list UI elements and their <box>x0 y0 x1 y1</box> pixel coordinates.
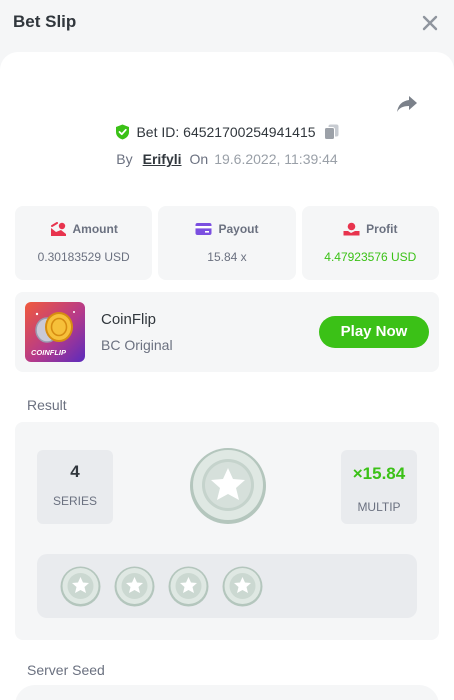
play-now-button[interactable]: Play Now <box>319 316 429 348</box>
multiplier-value: ×15.84 <box>352 464 406 483</box>
series-label: SERIES <box>52 494 97 508</box>
star-coin-icon <box>60 566 101 606</box>
server-seed-label: Server Seed <box>27 662 105 678</box>
amount-icon <box>50 222 66 236</box>
by-label: By <box>116 151 133 167</box>
verified-shield-icon <box>116 124 130 140</box>
star-coin-icon <box>222 566 263 606</box>
result-panel: 4 SERIES ×15.84 MULTIP <box>15 422 439 640</box>
series-value: 4 <box>70 462 80 481</box>
game-subtitle: BC Original <box>101 337 173 353</box>
amount-card: Amount 0.30183529 USD <box>15 206 153 280</box>
series-box: 4 SERIES <box>37 450 113 524</box>
bet-date: 19.6.2022, 11:39:44 <box>214 151 338 167</box>
game-card: COINFLIP CoinFlip BC Original Play Now <box>15 292 439 372</box>
bet-slip-content: Bet ID: 64521700254941415 By Erifyli On 19.… <box>0 52 454 700</box>
bet-id: Bet ID: 64521700254941415 <box>136 124 316 140</box>
profit-card: Profit 4.47923576 USD <box>301 206 439 280</box>
star-coin-icon <box>168 566 209 606</box>
game-thumbnail[interactable]: COINFLIP <box>25 302 85 362</box>
bet-slip-header: Bet Slip <box>0 0 454 46</box>
user-link[interactable]: Erifyli <box>143 151 182 167</box>
star-coin-icon <box>114 566 155 606</box>
share-icon[interactable] <box>396 94 418 114</box>
star-coin-icon <box>190 448 266 524</box>
amount-label: Amount <box>72 222 118 236</box>
profit-value: 4.47923576 USD <box>324 250 417 264</box>
bet-id-row: Bet ID: 64521700254941415 <box>0 124 454 140</box>
bet-stats: Amount 0.30183529 USD Payout 15.84 x Pro… <box>15 206 439 280</box>
payout-value: 15.84 x <box>207 250 247 264</box>
profit-icon <box>343 222 360 236</box>
profit-label: Profit <box>366 222 398 236</box>
game-name: CoinFlip <box>101 311 157 328</box>
amount-value: 0.30183529 USD <box>37 250 130 264</box>
game-thumbnail-text: COINFLIP <box>31 348 67 357</box>
payout-label: Payout <box>218 222 259 236</box>
page-title: Bet Slip <box>13 12 77 31</box>
payout-card-icon <box>195 223 212 235</box>
copy-icon[interactable] <box>323 124 339 140</box>
payout-card: Payout 15.84 x <box>158 206 296 280</box>
bet-author-row: By Erifyli On 19.6.2022, 11:39:44 <box>0 151 454 167</box>
multiplier-box: ×15.84 MULTIP <box>341 450 417 524</box>
server-seed-field[interactable] <box>15 685 439 700</box>
multiplier-label: MULTIP <box>357 500 401 514</box>
close-icon[interactable] <box>420 13 440 33</box>
coin-history <box>37 554 417 618</box>
on-label: On <box>189 151 209 167</box>
result-label: Result <box>27 397 67 413</box>
